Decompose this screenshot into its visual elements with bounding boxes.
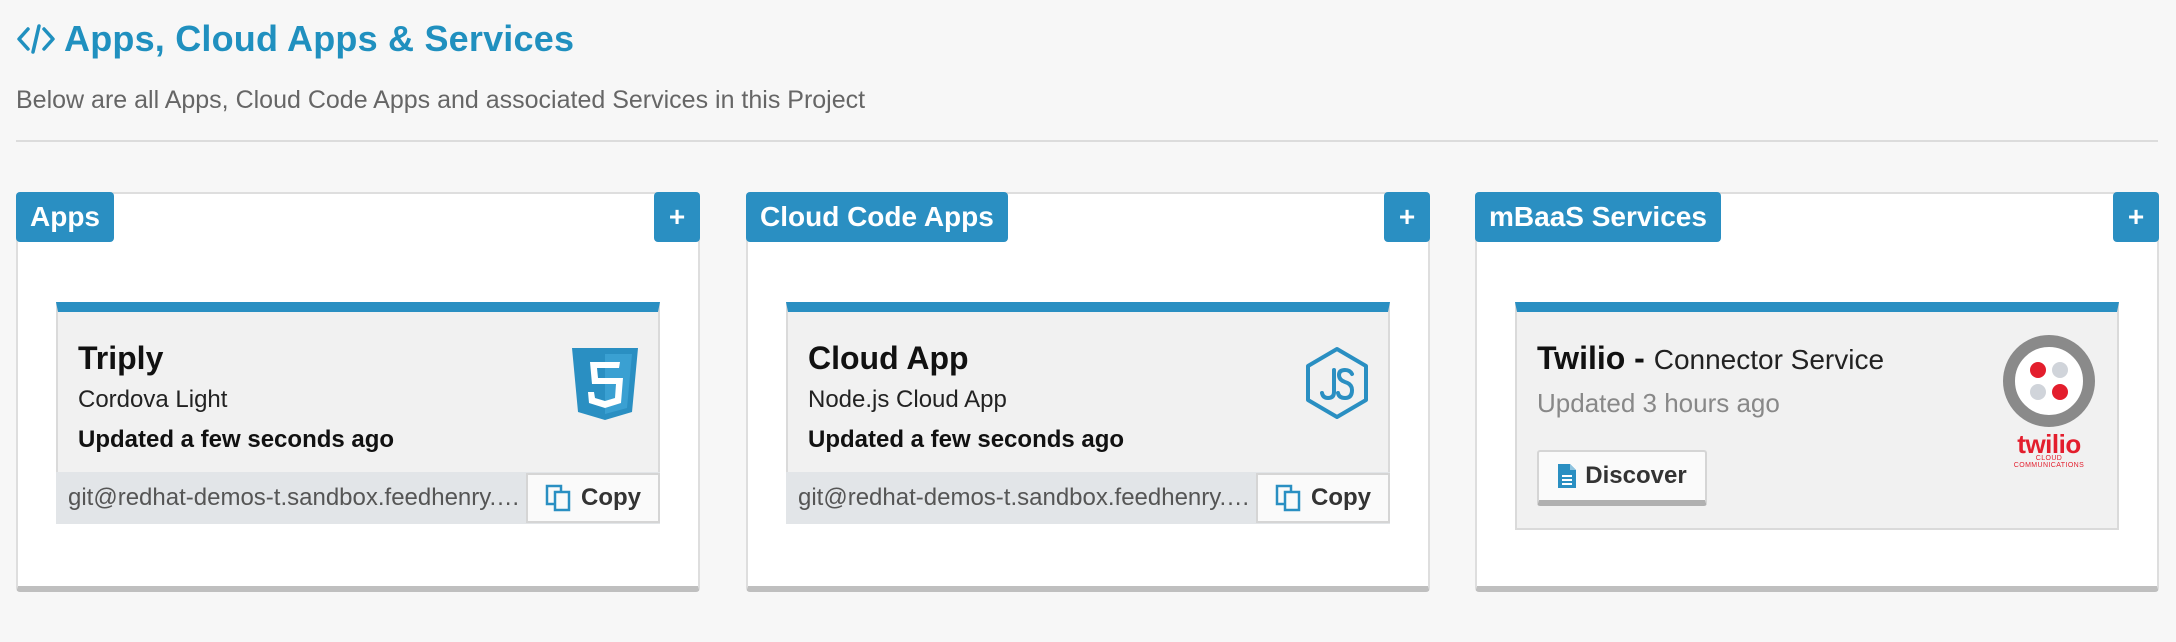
add-service-button[interactable]: + [2113,192,2159,242]
panel-title-cloud-apps: Cloud Code Apps [746,192,1008,242]
service-card-twilio[interactable]: Twilio - Connector Service Updated 3 hou… [1515,302,2119,530]
add-cloud-app-button[interactable]: + [1384,192,1430,242]
page: Apps, Cloud Apps & Services Below are al… [0,0,2176,642]
git-url-row: git@redhat-demos-t.sandbox.feedhenry.com… [786,472,1390,524]
cloud-app-updated: Updated a few seconds ago [808,426,1125,453]
cloud-app-type: Node.js Cloud App [808,386,1007,413]
service-name-separator: - [1634,340,1645,376]
panel-title-apps: Apps [16,192,114,242]
git-url[interactable]: git@redhat-demos-t.sandbox.feedhenry.com… [786,484,1256,512]
twilio-wordmark: twilio [2017,429,2081,459]
code-icon [17,24,55,54]
page-header: Apps, Cloud Apps & Services [16,18,574,60]
service-name-text: Twilio [1537,340,1626,376]
nodejs-icon [1306,347,1368,419]
copy-button[interactable]: Copy [526,473,660,523]
copy-icon [1275,484,1301,512]
twilio-logo: twilio CLOUD COMMUNICATIONS [2001,334,2097,469]
add-app-button[interactable]: + [654,192,700,242]
copy-button[interactable]: Copy [1256,473,1390,523]
service-name[interactable]: Twilio - Connector Service [1537,340,1884,377]
app-updated: Updated a few seconds ago [78,426,395,453]
service-kind: Connector Service [1653,344,1885,375]
cloud-app-name[interactable]: Cloud App [808,340,969,377]
twilio-circle-icon [2003,335,2095,427]
git-url-row: git@redhat-demos-t.sandbox.feedhenry.com… [56,472,660,524]
app-name[interactable]: Triply [78,340,163,377]
git-url[interactable]: git@redhat-demos-t.sandbox.feedhenry.com… [56,484,526,512]
app-card-triply[interactable]: Triply Cordova Light Updated a few secon… [56,302,660,524]
html5-icon [572,348,638,420]
copy-icon [545,484,571,512]
cloud-apps-panel: Cloud Code Apps + Cloud App Node.js Clou… [746,192,1430,592]
page-subtitle: Below are all Apps, Cloud Code Apps and … [16,86,866,114]
mbaas-services-panel: mBaaS Services + Twilio - Connector Serv… [1475,192,2159,592]
app-type: Cordova Light [78,386,228,413]
service-updated: Updated 3 hours ago [1537,388,1780,418]
apps-panel: Apps + Triply Cordova Light Updated a fe… [16,192,700,592]
copy-button-label: Copy [581,484,641,511]
document-icon [1558,464,1577,488]
discover-button-label: Discover [1585,462,1687,489]
panel-title-mbaas-services: mBaaS Services [1475,192,1721,242]
twilio-tagline: CLOUD COMMUNICATIONS [2013,455,2085,469]
discover-button[interactable]: Discover [1537,450,1707,506]
page-title: Apps, Cloud Apps & Services [64,18,575,59]
copy-button-label: Copy [1311,484,1371,511]
divider [16,140,2158,142]
cloud-app-card[interactable]: Cloud App Node.js Cloud App Updated a fe… [786,302,1390,524]
